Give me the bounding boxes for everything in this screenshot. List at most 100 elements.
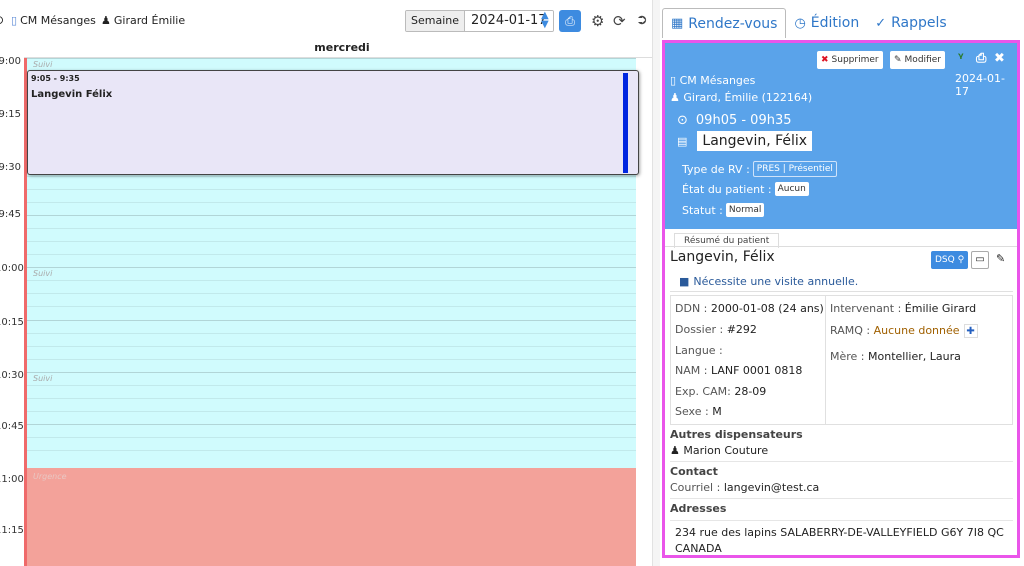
patient-info-box: DDN : 2000-01-08 (24 ans) Dossier : #292… bbox=[670, 295, 1013, 425]
grid-line bbox=[27, 215, 636, 216]
appointment-status-bar bbox=[623, 73, 628, 173]
divider bbox=[665, 246, 1017, 247]
delete-button[interactable]: ✖ Supprimer bbox=[817, 51, 883, 69]
grid-line bbox=[27, 359, 636, 360]
pencil-icon: ✎ bbox=[894, 55, 902, 65]
building-icon: ▯ bbox=[11, 14, 18, 27]
grid-line bbox=[27, 58, 636, 59]
time-range-text: 09h05 - 09h35 bbox=[695, 113, 792, 128]
close-panel-icon[interactable]: ✖ bbox=[994, 51, 1005, 66]
divider bbox=[670, 461, 1013, 462]
app-root: ⊙ ▯ CM Mésanges ♟ Girard Émilie Semaine … bbox=[0, 0, 1024, 566]
calendar-toolbar: ⊙ ▯ CM Mésanges ♟ Girard Émilie Semaine … bbox=[0, 0, 660, 40]
appointment-patient-row: ▤ Langevin, Félix bbox=[677, 131, 813, 151]
patient-name-chip[interactable]: Langevin, Félix bbox=[697, 131, 813, 151]
tab-edition[interactable]: ◷ Édition bbox=[786, 8, 867, 38]
ramq-field: RAMQ : Aucune donnée ✚ bbox=[830, 324, 978, 338]
langue-field: Langue : bbox=[675, 344, 723, 357]
date-value[interactable]: 2024-01-17 bbox=[465, 11, 553, 31]
time-column: 9:00 9:15 9:30 9:45 10:00 10:15 10:30 10… bbox=[0, 56, 24, 566]
edit-button[interactable]: ✎ Modifier bbox=[890, 51, 945, 69]
location-selector[interactable]: ▯ CM Mésanges bbox=[11, 14, 96, 27]
next-arrow-icon[interactable]: ➲ bbox=[636, 12, 648, 28]
exp-cam-field: Exp. CAM: 28-09 bbox=[675, 385, 766, 398]
tab-label: Rendez-vous bbox=[688, 15, 778, 32]
calendar-grid[interactable]: Suivi Suivi Suivi Urgence 9:05 - 9:35 La… bbox=[24, 58, 639, 566]
statut-value[interactable]: Normal bbox=[725, 203, 765, 217]
etat-value[interactable]: Aucun bbox=[774, 182, 809, 196]
appointment-time: 9:05 - 9:35 bbox=[31, 74, 80, 83]
time-label: 10:00 bbox=[0, 263, 24, 274]
email-field: Courriel : langevin@test.ca bbox=[670, 481, 819, 494]
provider-text: Girard, Émilie (122164) bbox=[683, 91, 813, 104]
field-value: Émilie Girard bbox=[904, 302, 977, 315]
ddn-field: DDN : 2000-01-08 (24 ans) bbox=[675, 302, 824, 315]
folder-icon[interactable]: ▭ bbox=[971, 251, 989, 269]
grid-line bbox=[27, 320, 636, 321]
tab-label: Édition bbox=[810, 15, 860, 31]
appointment-block[interactable]: 9:05 - 9:35 Langevin Félix bbox=[27, 70, 639, 175]
time-label: 9:00 bbox=[0, 56, 21, 67]
grid-line bbox=[27, 202, 636, 203]
grid-line bbox=[27, 280, 636, 281]
day-header: mercredi bbox=[24, 38, 660, 58]
field-key: Exp. CAM: bbox=[675, 385, 731, 398]
location-label: CM Mésanges bbox=[20, 14, 96, 27]
time-label: 9:30 bbox=[0, 162, 21, 173]
grid-line bbox=[27, 372, 636, 373]
back-arrow-icon[interactable]: ⊙ bbox=[0, 13, 4, 27]
provider-selector[interactable]: ♟ Girard Émilie bbox=[101, 14, 185, 27]
grid-line bbox=[27, 267, 636, 268]
pencil-icon[interactable]: ✎ bbox=[996, 252, 1005, 265]
check-circle-icon: ✓ bbox=[875, 15, 887, 31]
urgence-slot[interactable]: Urgence bbox=[27, 468, 636, 566]
doctor-icon: ♟ bbox=[101, 14, 111, 27]
summary-patient-name: Langevin, Félix bbox=[670, 249, 775, 265]
slot-type-label: Suivi bbox=[33, 374, 53, 383]
time-label: 11:15 bbox=[0, 525, 24, 536]
gear-icon[interactable]: ⚙ bbox=[591, 12, 604, 30]
panel-divider[interactable] bbox=[652, 0, 660, 566]
divider bbox=[670, 498, 1013, 499]
divider bbox=[670, 291, 1013, 292]
field-value: #292 bbox=[726, 323, 757, 336]
print-button[interactable]: ⎙ bbox=[559, 10, 581, 32]
search-icon: ⚲ bbox=[957, 255, 965, 265]
edit-label: Modifier bbox=[904, 55, 941, 65]
grid-line bbox=[27, 437, 636, 438]
type-row: Type de RV : PRES | Présentiel bbox=[682, 161, 837, 177]
dossier-field: Dossier : #292 bbox=[675, 323, 757, 336]
tab-rendez-vous[interactable]: ▦ Rendez-vous bbox=[662, 8, 787, 38]
statut-row: Statut : Normal bbox=[682, 203, 765, 217]
grid-line bbox=[27, 346, 636, 347]
grid-line bbox=[27, 228, 636, 229]
patient-note: ■ Nécessite une visite annuelle. bbox=[679, 275, 858, 288]
field-value: Montellier, Laura bbox=[868, 350, 961, 363]
field-value: M bbox=[712, 405, 722, 418]
field-key: NAM : bbox=[675, 364, 708, 377]
other-provider: ♟ Marion Couture bbox=[670, 444, 768, 457]
appointment-location: ▯ CM Mésanges bbox=[670, 74, 755, 87]
date-picker[interactable]: Semaine 2024-01-17 bbox=[405, 10, 554, 32]
refresh-icon[interactable]: ⟳ bbox=[613, 12, 626, 30]
type-value[interactable]: PRES | Présentiel bbox=[752, 161, 837, 177]
date-spinner-icon[interactable]: ▲ ▼ bbox=[541, 11, 549, 30]
grid-line bbox=[27, 333, 636, 334]
dsq-button[interactable]: DSQ ⚲ bbox=[931, 251, 969, 269]
field-key: RAMQ : bbox=[830, 324, 871, 337]
field-value: 28-09 bbox=[734, 385, 767, 398]
type-label: Type de RV : bbox=[682, 162, 750, 176]
tab-rappels[interactable]: ✓ Rappels bbox=[867, 8, 954, 38]
plus-icon[interactable]: ✚ bbox=[963, 324, 978, 338]
branch-icon[interactable]: ᵞ bbox=[958, 51, 964, 66]
sexe-field: Sexe : M bbox=[675, 405, 722, 418]
field-key: Langue : bbox=[675, 344, 723, 357]
view-mode-label[interactable]: Semaine bbox=[406, 11, 466, 31]
calendar-icon: ▦ bbox=[671, 16, 684, 31]
mere-field: Mère : Montellier, Laura bbox=[830, 350, 961, 363]
slot-type-label: Suivi bbox=[33, 60, 53, 69]
provider-label: Girard Émilie bbox=[113, 14, 186, 27]
field-key: Sexe : bbox=[675, 405, 709, 418]
print-icon[interactable]: ⎙ bbox=[976, 51, 986, 66]
right-tabs: ▦ Rendez-vous ◷ Édition ✓ Rappels bbox=[662, 8, 1024, 40]
